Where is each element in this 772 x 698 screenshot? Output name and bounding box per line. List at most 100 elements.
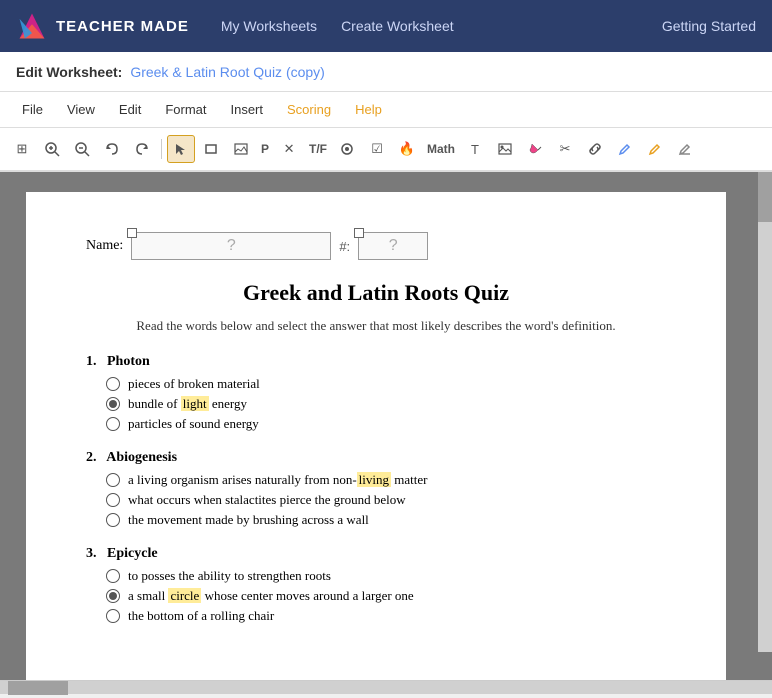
bottom-scrollbar[interactable] [0,680,772,694]
edit-worksheet-bar: Edit Worksheet: Greek & Latin Root Quiz … [0,52,772,92]
toolbar-link-btn[interactable] [581,135,609,163]
question-3-options: to posses the ability to strengthen root… [86,568,666,624]
menu-scoring[interactable]: Scoring [277,98,341,121]
menu-edit[interactable]: Edit [109,98,151,121]
question-2-options: a living organism arises naturally from … [86,472,666,528]
cursor-icon [174,142,188,156]
menu-bar: File View Edit Format Insert Scoring Hel… [0,92,772,128]
toolbar-pencil-btn[interactable] [641,135,669,163]
toolbar-redo-btn[interactable] [128,135,156,163]
create-worksheet-nav[interactable]: Create Worksheet [341,18,454,34]
toolbar: ⊞ [0,128,772,172]
worksheet-title-text: Greek and Latin Roots Quiz [86,280,666,306]
scrollbar-thumb[interactable] [758,172,772,222]
logo-icon [16,10,48,42]
toolbar-check-btn[interactable]: ☑ [363,135,391,163]
q1-radio-3[interactable] [106,417,120,431]
q1-option-3: particles of sound energy [106,416,666,432]
worksheet-title: Greek & Latin Root Quiz (copy) [130,64,325,80]
question-1: 1. Photon pieces of broken material bund… [86,354,666,432]
q2-opt1-text: a living organism arises naturally from … [128,472,427,488]
name-row: Name: ? #: ? [86,232,666,260]
redo-icon [134,141,150,157]
toolbar-image2-btn[interactable] [491,135,519,163]
q3-option-3: the bottom of a rolling chair [106,608,666,624]
q1-radio-1[interactable] [106,377,120,391]
getting-started-nav[interactable]: Getting Started [662,18,756,34]
edit-label: Edit Worksheet: [16,64,122,80]
q1-radio-2[interactable] [106,397,120,411]
q2-radio-2[interactable] [106,493,120,507]
name-field[interactable]: ? [131,232,331,260]
logo-text: TEACHER MAdE [56,18,189,35]
pen-icon [618,142,632,156]
circle-icon [340,142,354,156]
field-corner-icon [127,228,137,238]
image2-icon [498,142,512,156]
toolbar-display-btn[interactable]: ⊞ [8,135,36,163]
q2-option-2: what occurs when stalactites pierce the … [106,492,666,508]
image-insert-icon [234,142,248,156]
name-label: Name: [86,238,123,254]
logo-area: TEACHER MAdE [16,10,189,42]
toolbar-cross-btn[interactable]: ✕ [275,135,303,163]
q2-radio-3[interactable] [106,513,120,527]
menu-file[interactable]: File [12,98,53,121]
question-2: 2. Abiogenesis a living organism arises … [86,450,666,528]
menu-help[interactable]: Help [345,98,392,121]
q3-radio-3[interactable] [106,609,120,623]
menu-format[interactable]: Format [155,98,216,121]
number-field-icon: ? [389,237,398,255]
toolbar-zoom-out-btn[interactable] [68,135,96,163]
number-field[interactable]: ? [358,232,428,260]
menu-insert[interactable]: Insert [220,98,273,121]
q3-radio-1[interactable] [106,569,120,583]
toolbar-zoom-in-btn[interactable] [38,135,66,163]
menu-view[interactable]: View [57,98,105,121]
question-3: 3. Epicycle to posses the ability to str… [86,546,666,624]
toolbar-cursor-btn[interactable] [167,135,195,163]
toolbar-trim-btn[interactable]: ✂ [551,135,579,163]
top-navbar: TEACHER MAdE My Worksheets Create Worksh… [0,0,772,52]
zoom-in-icon [44,141,60,157]
question-1-options: pieces of broken material bundle of ligh… [86,376,666,432]
field-corner2-icon [354,228,364,238]
toolbar-p-btn[interactable]: P [257,135,273,163]
toolbar-fire-btn[interactable]: 🔥 [393,135,421,163]
worksheet-page: Name: ? #: ? Greek and Latin Roots Quiz … [26,192,726,680]
toolbar-image-btn[interactable] [227,135,255,163]
pencil-icon [648,142,662,156]
q1-opt2-text: bundle of light energy [128,396,247,412]
q3-option-2: a small circle whose center moves around… [106,588,666,604]
h-scrollbar-thumb[interactable] [8,681,68,695]
zoom-out-icon [74,141,90,157]
toolbar-pen-btn[interactable] [611,135,639,163]
q3-opt2-text: a small circle whose center moves around… [128,588,414,604]
toolbar-undo-btn[interactable] [98,135,126,163]
worksheet-instructions: Read the words below and select the answ… [86,318,666,334]
q3-option-1: to posses the ability to strengthen root… [106,568,666,584]
name-field-icon: ? [227,237,236,255]
fill-icon [528,142,542,156]
toolbar-tf-btn[interactable]: T/F [305,135,331,163]
undo-icon [104,141,120,157]
question-1-header: 1. Photon [86,354,666,370]
toolbar-circle-btn[interactable] [333,135,361,163]
q2-option-1: a living organism arises naturally from … [106,472,666,488]
scrollbar-right[interactable] [758,172,772,652]
canvas-area: Name: ? #: ? Greek and Latin Roots Quiz … [0,172,772,680]
q3-radio-2[interactable] [106,589,120,603]
link-icon [588,142,602,156]
q2-option-3: the movement made by brushing across a w… [106,512,666,528]
toolbar-eraser-btn[interactable] [671,135,699,163]
q2-radio-1[interactable] [106,473,120,487]
toolbar-fill-btn[interactable] [521,135,549,163]
rect-icon [204,142,218,156]
toolbar-text-btn[interactable]: T [461,135,489,163]
toolbar-rect-btn[interactable] [197,135,225,163]
question-3-header: 3. Epicycle [86,546,666,562]
q1-option-2: bundle of light energy [106,396,666,412]
question-2-header: 2. Abiogenesis [86,450,666,466]
my-worksheets-nav[interactable]: My Worksheets [221,18,317,34]
toolbar-math-btn[interactable]: Math [423,135,459,163]
